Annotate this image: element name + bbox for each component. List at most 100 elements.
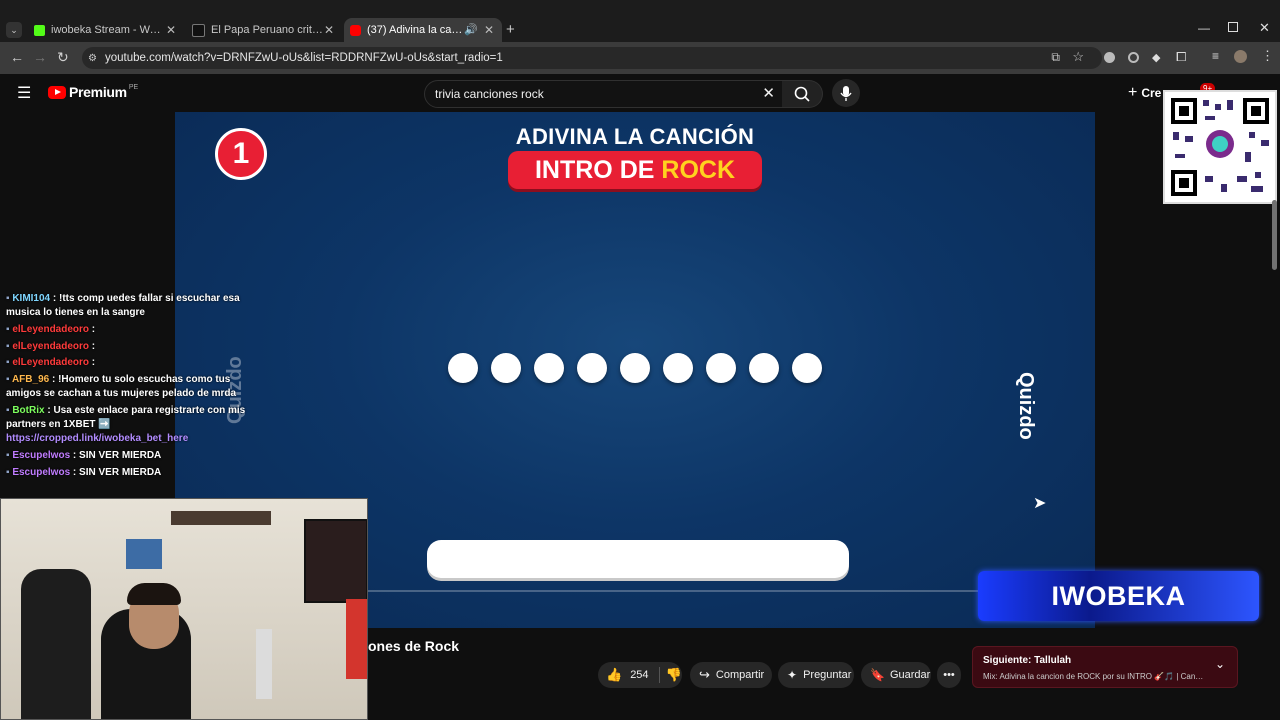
youtube-play-logo-icon <box>48 85 66 99</box>
chat-text: : <box>89 357 96 368</box>
browser-menu-icon[interactable]: ⋮ <box>1261 48 1274 64</box>
extensions-puzzle-icon[interactable]: ⧠ <box>1176 49 1186 65</box>
like-dislike-group: 👍 254 👎 <box>598 662 682 688</box>
mouse-cursor-icon: ➤ <box>1033 495 1047 512</box>
up-next-subtitle: Mix: Adivina la cancion de ROCK por su I… <box>983 672 1207 681</box>
chat-username[interactable]: BotRix <box>12 405 44 416</box>
share-icon: ↪ <box>699 667 710 682</box>
reload-icon[interactable]: ↻ <box>57 49 69 66</box>
chat-username[interactable]: elLeyendadeoro <box>12 341 89 352</box>
letter-slot-dot <box>706 353 736 383</box>
search-input[interactable]: trivia canciones rock ✕ <box>424 80 784 108</box>
save-button[interactable]: 🔖 Guardar <box>861 662 931 688</box>
extension-icon[interactable] <box>1128 52 1139 63</box>
voice-search-button[interactable] <box>832 79 860 107</box>
chat-username[interactable]: Escupelwos <box>12 450 70 461</box>
youtube-logo[interactable]: Premium PE <box>48 84 138 100</box>
letter-slot-dot <box>749 353 779 383</box>
chevron-down-icon[interactable]: ⌄ <box>1215 657 1225 671</box>
region-code: PE <box>128 83 139 91</box>
minimize-icon[interactable]: — <box>1198 21 1210 35</box>
chat-username[interactable]: KIMI104 <box>12 293 50 304</box>
tab-kick[interactable]: iwobeka Stream - Watch Live o ✕ <box>26 18 184 42</box>
ask-button[interactable]: ✦ Preguntar <box>778 662 854 688</box>
tiktok-favicon-icon <box>192 23 205 37</box>
create-button[interactable]: + Cre <box>1128 84 1161 102</box>
more-actions-button[interactable]: ••• <box>937 662 961 688</box>
tab-youtube-active[interactable]: (37) Adivina la cancion de R 🔊 ✕ <box>344 18 502 42</box>
dislike-icon[interactable]: 👎 <box>666 667 682 683</box>
chat-username[interactable]: elLeyendadeoro <box>12 324 89 335</box>
search-icon <box>794 86 810 102</box>
chat-message: ▪ elLeyendadeoro : <box>6 356 264 370</box>
chat-text: : SIN VER MIERDA <box>70 467 162 478</box>
new-tab-icon[interactable]: + <box>506 21 515 38</box>
chat-username[interactable]: Escupelwos <box>12 467 70 478</box>
close-window-icon[interactable]: ✕ <box>1259 20 1270 36</box>
chat-text: : <box>89 324 96 335</box>
plus-icon: + <box>1128 84 1138 101</box>
extension-icon[interactable] <box>1104 52 1115 63</box>
tab-title: (37) Adivina la cancion de R <box>367 24 467 36</box>
share-label: Compartir <box>715 669 765 681</box>
save-label: Guardar <box>889 669 931 681</box>
address-bar[interactable]: ⚙ youtube.com/watch?v=DRNFZwU-oUs&list=R… <box>82 47 1102 69</box>
back-icon[interactable]: ← <box>10 49 24 65</box>
install-app-icon[interactable]: ⧉ <box>1051 50 1060 65</box>
webcam-feed <box>0 498 368 720</box>
chat-username[interactable]: AFB_96 <box>12 374 49 385</box>
site-info-icon[interactable]: ⚙ <box>88 53 97 64</box>
media-controls-icon[interactable]: ≡ <box>1212 49 1219 63</box>
chat-username[interactable]: elLeyendadeoro <box>12 357 89 368</box>
forward-icon[interactable]: → <box>33 49 47 65</box>
url-text: youtube.com/watch?v=DRNFZwU-oUs&list=RDD… <box>104 52 503 64</box>
like-count[interactable]: 254 <box>630 669 648 681</box>
tab-tiktok[interactable]: El Papa Peruano criticó a Albert ✕ <box>184 18 342 42</box>
chat-message: ▪ elLeyendadeoro : <box>6 340 264 354</box>
search-button[interactable] <box>782 80 823 108</box>
chat-message: ▪ KIMI104 : !tts comp uedes fallar si es… <box>6 292 264 320</box>
close-tab-icon[interactable]: ✕ <box>484 23 494 37</box>
bookmark-icon: 🔖 <box>870 668 885 682</box>
tab-title: iwobeka Stream - Watch Live o <box>51 24 163 36</box>
up-next-title: Siguiente: Tallulah <box>983 655 1072 666</box>
create-label: Cre <box>1141 86 1162 100</box>
tab-search-dropdown-icon[interactable]: ⌄ <box>6 22 22 38</box>
up-next-panel[interactable]: Siguiente: Tallulah Mix: Adivina la canc… <box>972 646 1238 688</box>
hamburger-menu-icon[interactable]: ☰ <box>17 83 31 103</box>
browser-tab-bar: ⌄ iwobeka Stream - Watch Live o ✕ El Pap… <box>0 0 1280 42</box>
profile-avatar[interactable] <box>1234 50 1247 63</box>
letter-slot-dot <box>448 353 478 383</box>
extension-icon[interactable]: ◆ <box>1152 51 1160 64</box>
kick-favicon-icon <box>34 24 45 36</box>
audio-playing-icon[interactable]: 🔊 <box>464 23 478 36</box>
clear-search-icon[interactable]: ✕ <box>762 84 775 102</box>
chat-message: ▪ BotRix : Usa este enlace para registra… <box>6 404 264 432</box>
close-tab-icon[interactable]: ✕ <box>324 23 334 37</box>
microphone-icon <box>840 86 852 101</box>
letter-slot-dot <box>663 353 693 383</box>
share-button[interactable]: ↪ Compartir <box>690 662 772 688</box>
sparkle-icon: ✦ <box>787 668 798 682</box>
like-icon[interactable]: 👍 <box>606 667 622 683</box>
ask-label: Preguntar <box>803 669 852 681</box>
question-number-badge: 1 <box>215 128 267 180</box>
chat-text[interactable]: https://cropped.link/iwobeka_bet_here <box>6 433 188 444</box>
video-title-line2: INTRO DE ROCK <box>508 151 762 189</box>
logo-text: Premium <box>69 84 127 100</box>
chat-text: : SIN VER MIERDA <box>70 450 162 461</box>
chat-message: https://cropped.link/iwobeka_bet_here <box>6 432 264 446</box>
more-icon: ••• <box>943 669 955 681</box>
qr-code-pattern-icon <box>1171 98 1269 196</box>
page-scrollbar[interactable] <box>1272 200 1277 270</box>
answer-bar <box>427 540 849 578</box>
qr-code <box>1163 90 1277 204</box>
close-tab-icon[interactable]: ✕ <box>166 23 176 37</box>
tab-title: El Papa Peruano criticó a Albert <box>211 24 323 36</box>
letter-slot-dot <box>534 353 564 383</box>
maximize-icon[interactable] <box>1228 22 1238 32</box>
bookmark-star-icon[interactable]: ☆ <box>1072 49 1084 65</box>
chat-text: : <box>89 341 96 352</box>
search-value: trivia canciones rock <box>435 87 544 101</box>
chat-message: ▪ Escupelwos : SIN VER MIERDA <box>6 449 264 463</box>
